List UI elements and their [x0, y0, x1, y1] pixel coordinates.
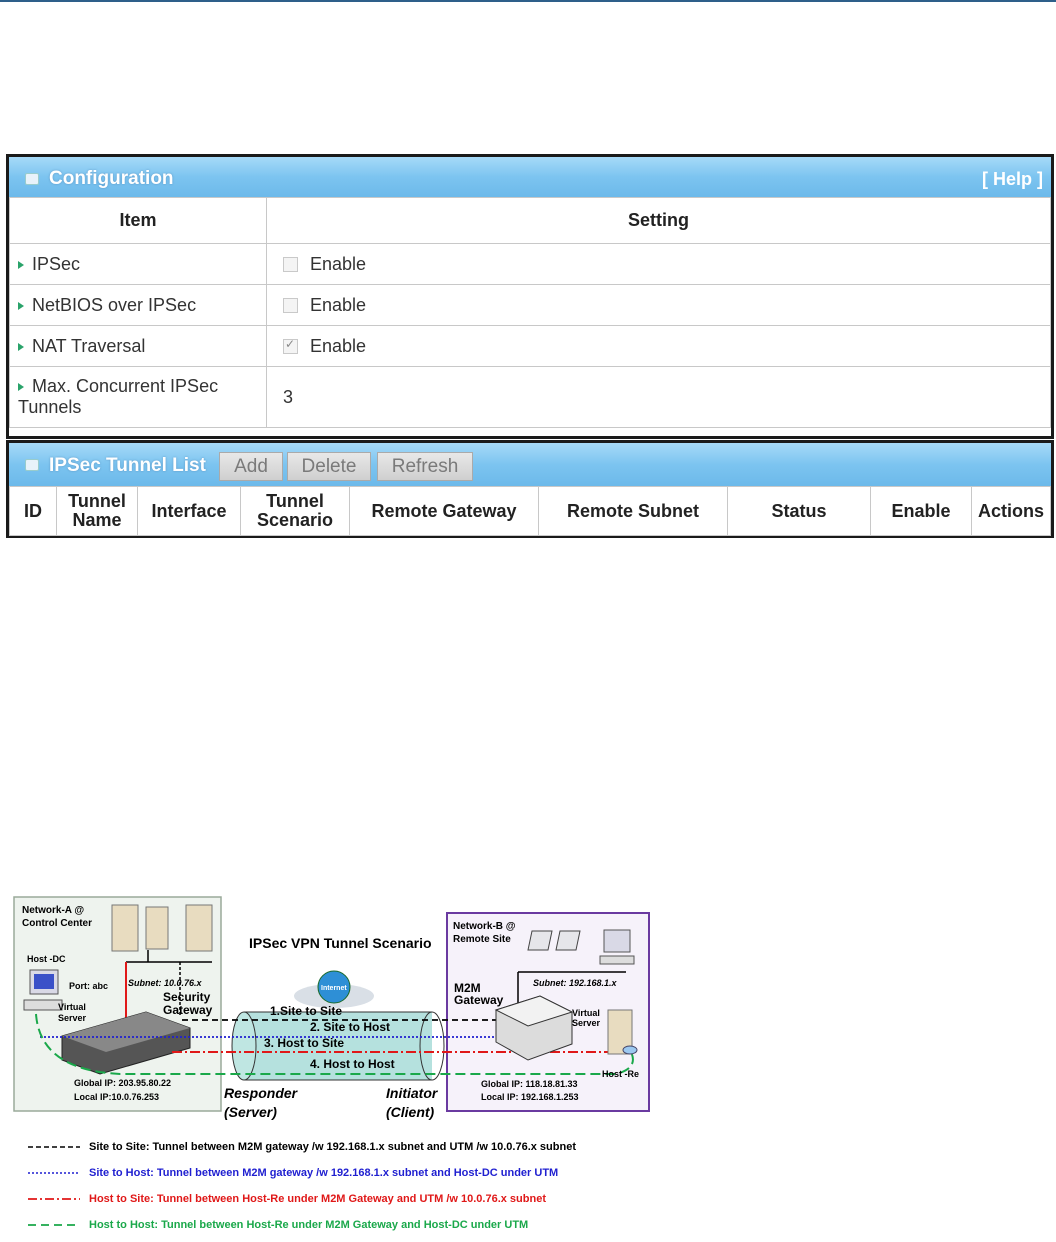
- responder-sub-label: (Server): [224, 1104, 277, 1120]
- tunnel-4-label: 4. Host to Host: [310, 1057, 395, 1071]
- network-b-line1: Network-B @: [453, 921, 516, 932]
- subnet-b-text: Subnet: 192.168.1.x: [533, 978, 618, 988]
- server-icon: [111, 904, 213, 952]
- network-a-line1: Network-A @: [22, 905, 84, 916]
- global-ip-b: Global IP: 118.18.81.33: [481, 1079, 578, 1089]
- diagram-title: IPSec VPN Tunnel Scenario: [249, 935, 432, 951]
- legend-arrows: [28, 1146, 80, 1226]
- global-ip-a: Global IP: 203.95.80.22: [74, 1078, 171, 1088]
- virtual-server-a-label: Virtual Server: [58, 1002, 87, 1023]
- local-ip-b: Local IP: 192.168.1.253: [481, 1092, 579, 1102]
- host-dc-label: Host -DC: [27, 954, 66, 964]
- network-b-line2: Remote Site: [453, 934, 511, 945]
- tunnel-1-label: 1.Site to Site: [270, 1004, 342, 1018]
- initiator-sub-label: (Client): [386, 1104, 435, 1120]
- host-re-label: Host -Re: [602, 1069, 639, 1079]
- security-gateway-label: Security Gateway: [163, 990, 213, 1017]
- local-ip-a: Local IP:10.0.76.253: [74, 1092, 159, 1102]
- legend-site-to-site: Site to Site: Tunnel between M2M gateway…: [89, 1141, 576, 1153]
- subnet-a-text: Subnet: 10.0.76.x: [128, 978, 203, 988]
- legend-host-to-host: Host to Host: Tunnel between Host-Re und…: [89, 1219, 529, 1231]
- internet-label: Internet: [321, 985, 347, 992]
- virtual-server-b-label: Virtual Server: [572, 1008, 601, 1028]
- tunnel-3-label: 3. Host to Site: [264, 1036, 344, 1050]
- port-label: Port: abc: [69, 981, 108, 991]
- tunnel-2-label: 2. Site to Host: [310, 1020, 390, 1034]
- responder-label: Responder: [224, 1085, 299, 1101]
- computer-icon: [23, 969, 63, 1011]
- ipsec-scenario-diagram: Network-A @ Control Center Network-B @ R…: [13, 896, 650, 1226]
- legend-site-to-host: Site to Host: Tunnel between M2M gateway…: [89, 1167, 559, 1179]
- initiator-label: Initiator: [386, 1085, 439, 1101]
- legend-host-to-site: Host to Site: Tunnel between Host-Re und…: [89, 1193, 546, 1205]
- network-a-line2: Control Center: [22, 918, 92, 929]
